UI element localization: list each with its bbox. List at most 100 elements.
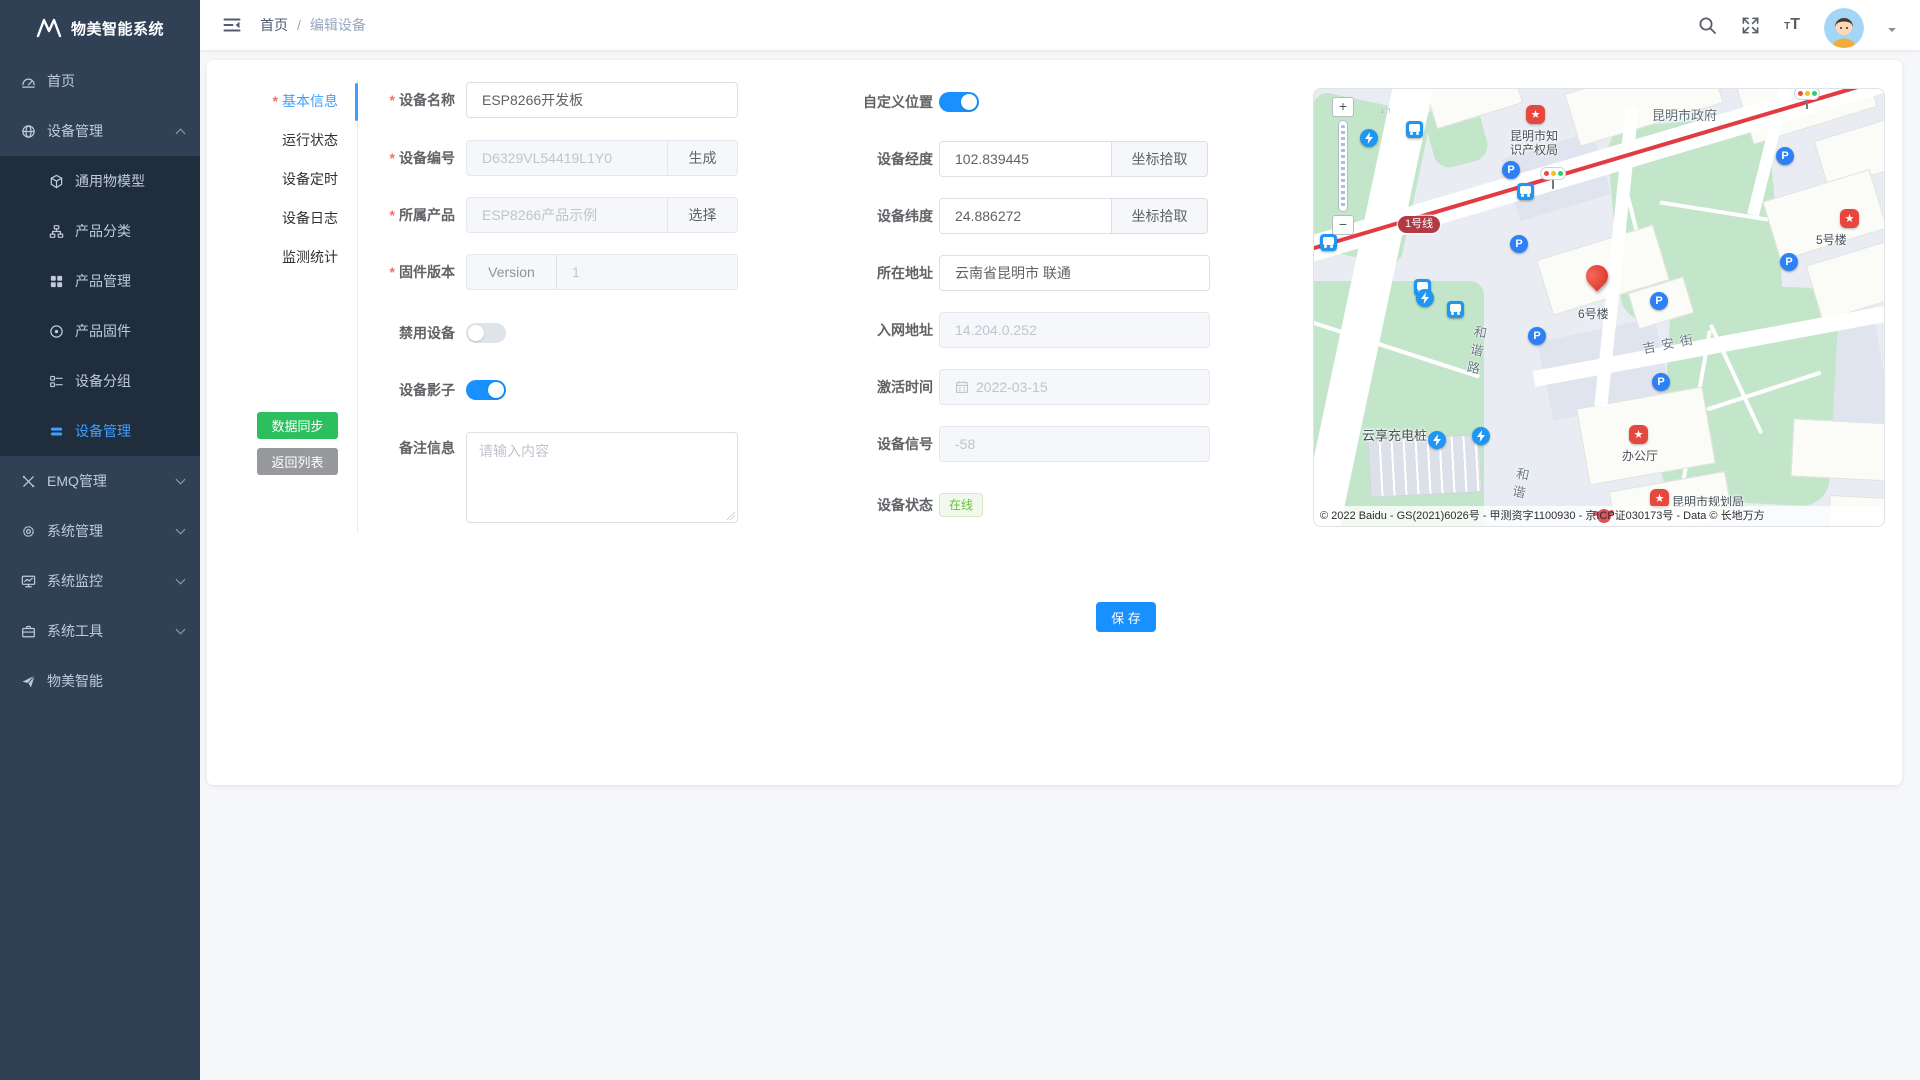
sidebar-item-home[interactable]: 首页 — [0, 56, 200, 106]
sidebar-item-system-monitor[interactable]: 系统监控 — [0, 556, 200, 606]
map-copyright-text: © 2022 Baidu - GS(2021)6026号 - 甲测资字11009… — [1320, 510, 1765, 522]
sidebar-item-wumei[interactable]: 物美智能 — [0, 656, 200, 706]
longitude-label: 设备经度 — [803, 149, 933, 169]
baidu-map[interactable]: ↓ ↑ P P P P P P P ★ 昆明市知识产权局 ★ 5号楼 ★ 办公 — [1313, 88, 1885, 527]
custom-location-label: 自定义位置 — [803, 92, 933, 112]
fullscreen-icon[interactable] — [1741, 16, 1760, 35]
tab-label: 监测统计 — [282, 249, 338, 265]
tab-label: 设备日志 — [282, 210, 338, 226]
sidebar-item-product-firmware[interactable]: 产品固件 — [0, 306, 200, 356]
map-zoom-out-button[interactable]: − — [1332, 215, 1354, 235]
map-building — [1791, 418, 1885, 481]
edit-device-card: *基本信息 运行状态 设备定时 设备日志 监测统计 数据同步 返回列表 *设备名… — [207, 60, 1902, 785]
latitude-label: 设备纬度 — [803, 206, 933, 226]
longitude-input[interactable] — [939, 141, 1111, 177]
sidebar-item-device-mgmt[interactable]: 设备管理 — [0, 106, 200, 156]
sidebar-collapse-icon[interactable] — [222, 15, 242, 35]
road-label-hexie-2: 和谐 — [1506, 465, 1532, 504]
sidebar-item-device-group[interactable]: 设备分组 — [0, 356, 200, 406]
device-no-label: *设备编号 — [335, 148, 455, 168]
map-zoom-control: + − — [1332, 97, 1354, 235]
parking-icon: P — [1650, 292, 1668, 310]
device-shadow-switch[interactable] — [466, 380, 506, 400]
charging-station-icon — [1360, 129, 1378, 147]
area-label-government: 昆明市政府 — [1652, 105, 1717, 124]
tab-basic-info[interactable]: *基本信息 — [207, 82, 338, 121]
sidebar-item-emq[interactable]: EMQ管理 — [0, 456, 200, 506]
data-sync-button[interactable]: 数据同步 — [257, 412, 338, 439]
sidebar-item-label: 设备分组 — [75, 371, 131, 391]
chevron-up-icon — [176, 128, 186, 138]
tab-device-timer[interactable]: 设备定时 — [207, 160, 338, 199]
product-group: 选择 — [466, 197, 738, 233]
generate-button[interactable]: 生成 — [667, 140, 738, 176]
poi-label-office: 办公厅 — [1622, 447, 1658, 464]
globe-icon — [20, 123, 36, 139]
search-icon[interactable] — [1698, 16, 1717, 35]
breadcrumb-home[interactable]: 首页 — [260, 15, 288, 35]
chevron-down-icon — [176, 475, 186, 485]
device-name-input[interactable] — [466, 82, 738, 118]
bus-stop-icon — [1406, 121, 1423, 138]
remark-textarea-wrap — [466, 432, 738, 523]
map-zoom-in-button[interactable]: + — [1332, 97, 1354, 117]
firmware-label: *固件版本 — [335, 262, 455, 282]
latitude-input[interactable] — [939, 198, 1111, 234]
toolbox-icon — [20, 623, 36, 639]
map-zoom-slider[interactable] — [1338, 120, 1348, 212]
breadcrumb-separator: / — [297, 17, 301, 33]
sidebar-item-label: 设备管理 — [47, 121, 103, 141]
sidebar-item-product-category[interactable]: 产品分类 — [0, 206, 200, 256]
sidebar-item-thing-model[interactable]: 通用物模型 — [0, 156, 200, 206]
target-icon — [48, 323, 64, 339]
cube-icon — [48, 173, 64, 189]
select-product-button[interactable]: 选择 — [667, 197, 738, 233]
app-screen: 物美智能系统 首页 设备管理 通用物模型 产品分类 产品管理 — [0, 0, 1920, 1080]
sidebar-item-system-tools[interactable]: 系统工具 — [0, 606, 200, 656]
device-shadow-label: 设备影子 — [335, 380, 455, 400]
pick-latitude-button[interactable]: 坐标拾取 — [1111, 198, 1208, 234]
sidebar-item-system-mgmt[interactable]: 系统管理 — [0, 506, 200, 556]
map-copyright: © 2022 Baidu - GS(2021)6026号 - 甲测资字11009… — [1314, 506, 1884, 526]
activated-input: 2022-03-15 — [939, 369, 1210, 405]
signal-input: -58 — [939, 426, 1210, 462]
remark-textarea[interactable] — [466, 432, 738, 523]
chevron-down-icon — [176, 625, 186, 635]
back-to-list-button[interactable]: 返回列表 — [257, 448, 338, 475]
sidebar-item-device-list-active[interactable]: 设备管理 — [0, 406, 200, 456]
font-size-icon[interactable]: TT — [1784, 17, 1800, 33]
tab-run-status[interactable]: 运行状态 — [207, 121, 338, 160]
required-asterisk: * — [390, 264, 395, 280]
ip-label: 入网地址 — [803, 320, 933, 340]
ip-value: 14.204.0.252 — [955, 322, 1037, 338]
sidebar-item-label: 首页 — [47, 71, 75, 91]
sidebar-item-product-mgmt[interactable]: 产品管理 — [0, 256, 200, 306]
save-button[interactable]: 保 存 — [1096, 602, 1156, 632]
map-zoom-slider-fill — [1341, 125, 1345, 207]
sidebar-item-label: 系统管理 — [47, 521, 103, 541]
charging-station-icon — [1472, 427, 1490, 445]
tab-device-log[interactable]: 设备日志 — [207, 199, 338, 238]
tab-monitor-stats[interactable]: 监测统计 — [207, 238, 338, 277]
custom-location-switch[interactable] — [939, 92, 979, 112]
direction-arrows: ↓ ↑ — [1380, 105, 1392, 115]
device-no-input — [466, 140, 667, 176]
pick-longitude-button[interactable]: 坐标拾取 — [1111, 141, 1208, 177]
header-right: TT — [1698, 2, 1920, 48]
poi-star-icon: ★ — [1526, 105, 1545, 124]
app-title: 物美智能系统 — [71, 18, 164, 39]
signal-label: 设备信号 — [803, 434, 933, 454]
app-logo: 物美智能系统 — [0, 0, 200, 56]
sidebar-submenu-device: 通用物模型 产品分类 产品管理 产品固件 设备分组 设备管理 — [0, 156, 200, 456]
device-no-group: 生成 — [466, 140, 738, 176]
disable-device-switch[interactable] — [466, 323, 506, 343]
switch-knob — [961, 94, 977, 110]
metro-line-badge: 1号线 — [1398, 216, 1440, 233]
sidebar-item-label: EMQ管理 — [47, 471, 107, 491]
group-icon — [48, 373, 64, 389]
caret-down-icon[interactable] — [1888, 28, 1896, 36]
address-input[interactable] — [939, 255, 1210, 291]
firmware-prefix: Version — [467, 255, 557, 289]
bus-stop-icon — [1447, 301, 1464, 318]
avatar[interactable] — [1824, 8, 1864, 48]
